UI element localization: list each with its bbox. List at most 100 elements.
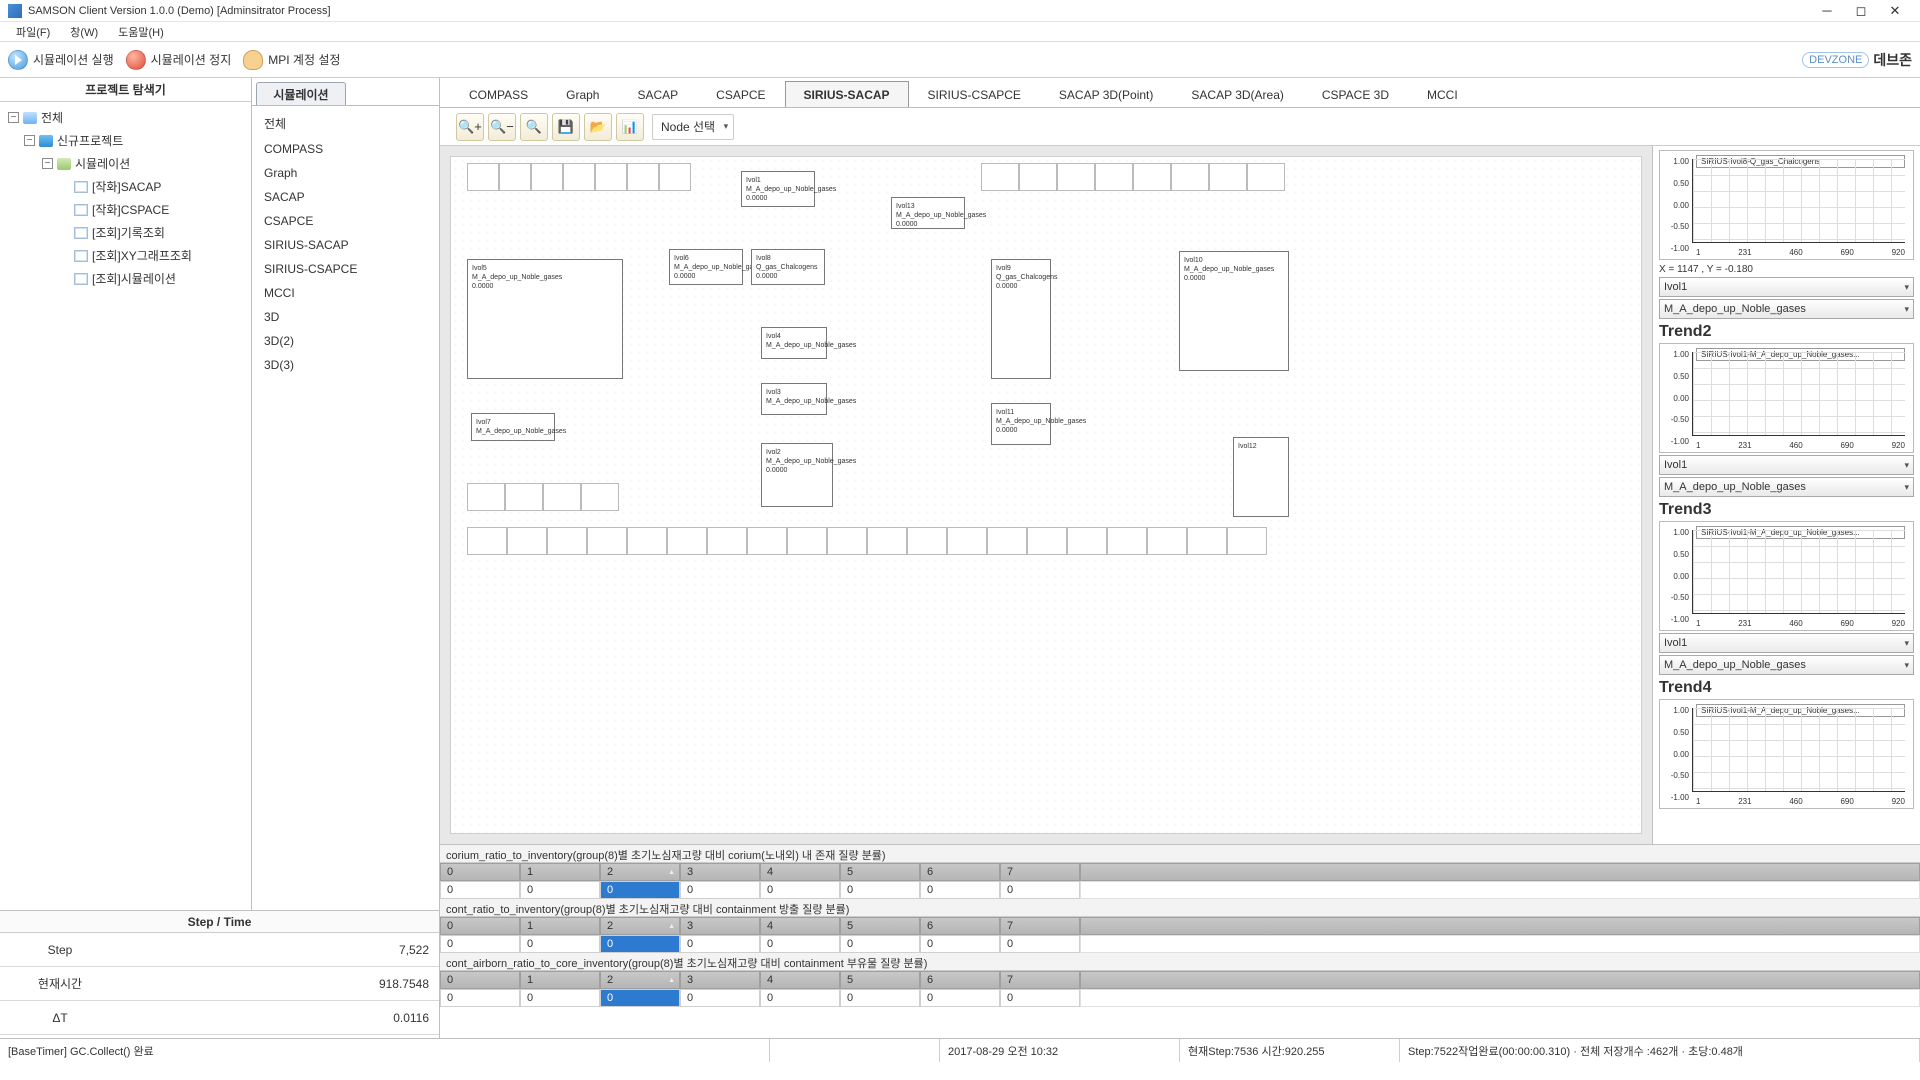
col-header[interactable]: 7 — [1000, 863, 1080, 881]
menu-window[interactable]: 창(W) — [60, 22, 108, 42]
zoom-out-button[interactable]: 🔍− — [488, 113, 516, 141]
col-header[interactable]: 1 — [520, 863, 600, 881]
status-bar: [BaseTimer] GC.Collect() 완료 2017-08-29 오… — [0, 1038, 1920, 1062]
view-tabs: COMPASS Graph SACAP CSAPCE SIRIUS-SACAP … — [440, 78, 1920, 108]
ivol-select-2[interactable]: Ivol1 — [1659, 455, 1914, 475]
tree-item[interactable]: [조회]기록조회 — [92, 224, 165, 241]
globe-icon — [23, 112, 37, 124]
grid1-header: 01234567 — [440, 863, 1920, 881]
menu-file[interactable]: 파일(F) — [6, 22, 60, 42]
sim-item[interactable]: SIRIUS-CSAPCE — [260, 257, 431, 281]
window-title: SAMSON Client Version 1.0.0 (Demo) [Admi… — [28, 5, 1810, 17]
tab-sacap-3d-point[interactable]: SACAP 3D(Point) — [1040, 81, 1172, 107]
var-select-2[interactable]: M_A_depo_up_Noble_gases — [1659, 477, 1914, 497]
grid2-header: 01234567 — [440, 917, 1920, 935]
project-tree[interactable]: −전체 −신규프로젝트 −시뮬레이션 [작화]SACAP [작화]CSPACE … — [0, 102, 251, 1038]
var-select-1[interactable]: M_A_depo_up_Noble_gases — [1659, 299, 1914, 319]
trend2-header: Trend2 — [1659, 321, 1914, 343]
zoom-in-icon: 🔍+ — [458, 119, 482, 135]
ivol-select-1[interactable]: Ivol1 — [1659, 277, 1914, 297]
tree-item[interactable]: [조회]XY그래프조회 — [92, 247, 192, 264]
tab-csapce[interactable]: CSAPCE — [697, 81, 784, 107]
col-header[interactable]: 2 — [600, 863, 680, 881]
step-time-header: Step / Time — [0, 911, 439, 933]
main-toolbar: 시뮬레이션 실행 시뮬레이션 정지 MPI 계정 설정 DEVZONE 데브존 — [0, 42, 1920, 78]
ivol-select-3[interactable]: Ivol1 — [1659, 633, 1914, 653]
sim-item[interactable]: SIRIUS-SACAP — [260, 233, 431, 257]
grid1-row[interactable]: 00000000 — [440, 881, 1920, 899]
simulation-tab[interactable]: 시뮬레이션 — [256, 82, 346, 105]
col-header[interactable]: 0 — [440, 863, 520, 881]
stop-label: 시뮬레이션 정지 — [151, 51, 232, 68]
devzone-badge: DEVZONE — [1802, 52, 1869, 68]
tab-sirius-sacap[interactable]: SIRIUS-SACAP — [785, 81, 909, 107]
zoom-in-button[interactable]: 🔍+ — [456, 113, 484, 141]
tree-project[interactable]: 신규프로젝트 — [57, 132, 123, 149]
open-folder-button[interactable]: 📂 — [584, 113, 612, 141]
tab-sirius-csapce[interactable]: SIRIUS-CSAPCE — [909, 81, 1040, 107]
col-header[interactable]: 5 — [840, 863, 920, 881]
zoom-100-button[interactable]: 🔍 — [520, 113, 548, 141]
mpi-label: MPI 계정 설정 — [268, 51, 340, 68]
sim-item[interactable]: MCCI — [260, 281, 431, 305]
stop-sim-button[interactable]: 시뮬레이션 정지 — [126, 50, 232, 70]
diagram-area[interactable]: Ivol1M_A_depo_up_Noble_gases0.0000 Ivol1… — [440, 146, 1652, 844]
run-sim-button[interactable]: 시뮬레이션 실행 — [8, 50, 114, 70]
close-button[interactable]: ✕ — [1878, 0, 1912, 22]
col-header[interactable]: 3 — [680, 863, 760, 881]
tab-mcci[interactable]: MCCI — [1408, 81, 1477, 107]
col-header[interactable]: 6 — [920, 863, 1000, 881]
chart-button[interactable]: 📊 — [616, 113, 644, 141]
folder-icon — [39, 135, 53, 147]
doc-icon — [74, 181, 88, 193]
grid2-row[interactable]: 00000000 — [440, 935, 1920, 953]
grid3-row[interactable]: 00000000 — [440, 989, 1920, 1007]
tree-item[interactable]: [작화]CSPACE — [92, 201, 169, 218]
project-explorer-panel: 프로젝트 탐색기 −전체 −신규프로젝트 −시뮬레이션 [작화]SACAP [작… — [0, 78, 252, 1038]
col-header[interactable]: 4 — [760, 863, 840, 881]
minimize-button[interactable]: ─ — [1810, 0, 1844, 22]
diagram-canvas[interactable]: Ivol1M_A_depo_up_Noble_gases0.0000 Ivol1… — [450, 156, 1642, 834]
simulation-list: 전체 COMPASS Graph SACAP CSAPCE SIRIUS-SAC… — [252, 105, 439, 1038]
menu-help[interactable]: 도움말(H) — [108, 22, 174, 42]
save-button[interactable]: 💾 — [552, 113, 580, 141]
mpi-settings-button[interactable]: MPI 계정 설정 — [243, 50, 340, 70]
zoom-100-icon: 🔍 — [526, 119, 542, 135]
tab-sacap[interactable]: SACAP — [618, 81, 697, 107]
step-row: Step7,522 — [0, 933, 439, 967]
tree-collapse-icon[interactable]: − — [42, 158, 53, 169]
tree-item[interactable]: [작화]SACAP — [92, 178, 161, 195]
sim-item[interactable]: 3D(2) — [260, 329, 431, 353]
tab-sacap-3d-area[interactable]: SACAP 3D(Area) — [1172, 81, 1302, 107]
sim-item[interactable]: SACAP — [260, 185, 431, 209]
sim-item[interactable]: COMPASS — [260, 137, 431, 161]
tree-collapse-icon[interactable]: − — [8, 112, 19, 123]
sim-item[interactable]: 3D — [260, 305, 431, 329]
var-select-3[interactable]: M_A_depo_up_Noble_gases — [1659, 655, 1914, 675]
sim-root[interactable]: 전체 — [260, 110, 431, 137]
tree-collapse-icon[interactable]: − — [24, 135, 35, 146]
tree-sim[interactable]: 시뮬레이션 — [75, 155, 130, 172]
tree-item[interactable]: [조회]시뮬레이션 — [92, 270, 176, 287]
diagram-toolbar: 🔍+ 🔍− 🔍 💾 📂 📊 Node 선택 — [440, 108, 1920, 146]
tab-graph[interactable]: Graph — [547, 81, 618, 107]
step-row: ΔT0.0116 — [0, 1001, 439, 1035]
doc-icon — [74, 227, 88, 239]
tab-compass[interactable]: COMPASS — [450, 81, 547, 107]
tab-cspace-3d[interactable]: CSPACE 3D — [1303, 81, 1408, 107]
node-select-label: Node 선택 — [661, 118, 715, 135]
grid2-title: cont_ratio_to_inventory(group(8)별 초기노심재고… — [440, 899, 1920, 917]
trend3-header: Trend3 — [1659, 499, 1914, 521]
tree-root[interactable]: 전체 — [41, 109, 63, 126]
step-time-panel: Step / Time Step7,522 현재시간918.7548 ΔT0.0… — [0, 910, 440, 1038]
sim-item[interactable]: CSAPCE — [260, 209, 431, 233]
titlebar: SAMSON Client Version 1.0.0 (Demo) [Admi… — [0, 0, 1920, 22]
person-icon — [243, 50, 263, 70]
main-content: COMPASS Graph SACAP CSAPCE SIRIUS-SACAP … — [440, 78, 1920, 1038]
sim-item[interactable]: Graph — [260, 161, 431, 185]
save-icon: 💾 — [558, 119, 574, 135]
maximize-button[interactable]: ◻ — [1844, 0, 1878, 22]
sim-item[interactable]: 3D(3) — [260, 353, 431, 377]
node-select-dropdown[interactable]: Node 선택 — [652, 114, 734, 140]
play-icon — [8, 50, 28, 70]
